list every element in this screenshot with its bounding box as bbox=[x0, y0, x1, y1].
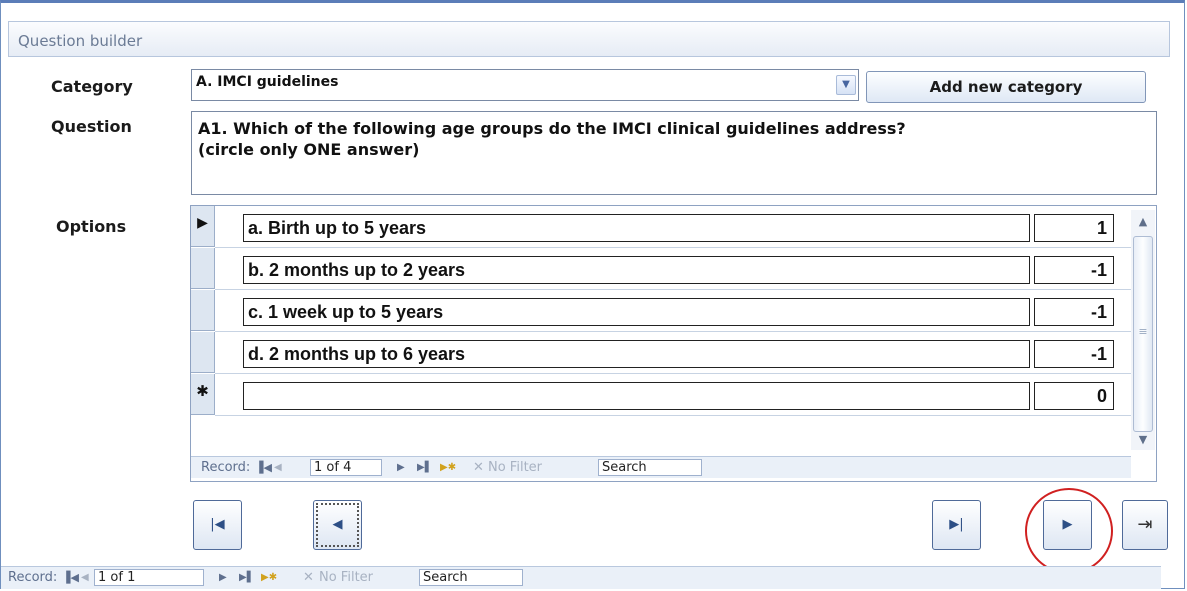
record-selector[interactable] bbox=[191, 332, 215, 373]
search-input[interactable]: Search bbox=[419, 569, 523, 586]
last-record-icon: ▶| bbox=[949, 517, 964, 532]
category-label: Category bbox=[51, 77, 133, 96]
question-label: Question bbox=[51, 117, 132, 136]
chevron-down-icon[interactable]: ▼ bbox=[836, 75, 856, 95]
exit-door-icon: ⇥ bbox=[1137, 514, 1153, 535]
filter-icon[interactable]: ✕ bbox=[303, 570, 314, 585]
option-text[interactable]: a. Birth up to 5 years bbox=[243, 214, 1030, 242]
scroll-thumb[interactable]: ≡ bbox=[1133, 236, 1153, 432]
record-label: Record: bbox=[8, 570, 58, 585]
question-line-1: A1. Which of the following age groups do… bbox=[198, 119, 906, 138]
last-record-button[interactable]: ▶| bbox=[932, 500, 981, 550]
next-record-icon[interactable]: ▶ bbox=[397, 462, 405, 473]
search-input[interactable]: Search bbox=[598, 459, 702, 476]
question-line-2: (circle only ONE answer) bbox=[198, 140, 420, 159]
option-score[interactable]: -1 bbox=[1034, 298, 1114, 326]
no-filter-button[interactable]: No Filter bbox=[319, 570, 373, 585]
option-row[interactable]: d. 2 months up to 6 years -1 bbox=[191, 332, 1135, 374]
subform-record-navigator: Record: ▐◀ ◀ 1 of 4 ▶ ▶▌ ▶✱ ✕ No Filter … bbox=[191, 456, 1131, 478]
question-textbox[interactable]: A1. Which of the following age groups do… bbox=[191, 111, 1157, 195]
option-text[interactable]: c. 1 week up to 5 years bbox=[243, 298, 1030, 326]
next-record-button[interactable]: ▶ bbox=[1043, 500, 1092, 550]
no-filter-button[interactable]: No Filter bbox=[488, 460, 542, 475]
option-row[interactable]: c. 1 week up to 5 years -1 bbox=[191, 290, 1135, 332]
record-position-field[interactable]: 1 of 1 bbox=[94, 569, 204, 586]
category-value: A. IMCI guidelines bbox=[196, 74, 339, 90]
option-row[interactable]: b. 2 months up to 2 years -1 bbox=[191, 248, 1135, 290]
option-score[interactable]: 1 bbox=[1034, 214, 1114, 242]
scroll-up-icon[interactable]: ▲ bbox=[1131, 212, 1155, 232]
next-record-icon[interactable]: ▶ bbox=[219, 572, 227, 583]
new-option-text[interactable] bbox=[243, 382, 1030, 410]
options-scrollbar[interactable]: ▲ ≡ ▼ bbox=[1131, 210, 1155, 450]
current-record-icon[interactable]: ▶ bbox=[191, 206, 215, 247]
previous-record-icon: ◀ bbox=[332, 517, 343, 532]
option-text[interactable]: d. 2 months up to 6 years bbox=[243, 340, 1030, 368]
record-selector[interactable] bbox=[191, 248, 215, 289]
last-record-icon[interactable]: ▶▌ bbox=[417, 462, 432, 473]
option-row[interactable]: ▶ a. Birth up to 5 years 1 bbox=[191, 206, 1135, 248]
record-label: Record: bbox=[201, 460, 251, 475]
record-selector[interactable] bbox=[191, 290, 215, 331]
first-record-button[interactable]: |◀ bbox=[193, 500, 242, 550]
new-record-icon[interactable]: ▶✱ bbox=[440, 462, 456, 473]
scroll-down-icon[interactable]: ▼ bbox=[1131, 430, 1155, 450]
option-score[interactable]: -1 bbox=[1034, 256, 1114, 284]
last-record-icon[interactable]: ▶▌ bbox=[239, 572, 254, 583]
form-title: Question builder bbox=[18, 32, 143, 50]
filter-icon[interactable]: ✕ bbox=[473, 460, 484, 475]
add-category-button[interactable]: Add new category bbox=[866, 71, 1146, 103]
new-option-score[interactable]: 0 bbox=[1034, 382, 1114, 410]
options-label: Options bbox=[56, 217, 127, 236]
previous-record-button[interactable]: ◀ bbox=[313, 500, 362, 550]
record-position-field[interactable]: 1 of 4 bbox=[310, 459, 382, 476]
first-record-icon: |◀ bbox=[210, 517, 225, 532]
previous-record-icon[interactable]: ◀ bbox=[81, 572, 89, 583]
category-combo[interactable]: A. IMCI guidelines ▼ bbox=[191, 69, 859, 101]
form-title-bar: Question builder bbox=[8, 21, 1170, 57]
option-text[interactable]: b. 2 months up to 2 years bbox=[243, 256, 1030, 284]
new-record-icon[interactable]: ✱ bbox=[191, 374, 215, 415]
next-record-icon: ▶ bbox=[1062, 517, 1073, 532]
options-subform: ▶ a. Birth up to 5 years 1 b. 2 months u… bbox=[190, 205, 1157, 482]
first-record-icon[interactable]: ▐◀ bbox=[255, 461, 272, 474]
first-record-icon[interactable]: ▐◀ bbox=[62, 571, 79, 584]
main-record-navigator: Record: ▐◀ ◀ 1 of 1 ▶ ▶▌ ▶✱ ✕ No Filter … bbox=[1, 566, 1161, 589]
exit-button[interactable]: ⇥ bbox=[1122, 500, 1168, 550]
option-score[interactable]: -1 bbox=[1034, 340, 1114, 368]
previous-record-icon[interactable]: ◀ bbox=[274, 462, 282, 473]
new-option-row[interactable]: ✱ 0 bbox=[191, 374, 1135, 416]
new-record-icon[interactable]: ▶✱ bbox=[261, 572, 277, 583]
